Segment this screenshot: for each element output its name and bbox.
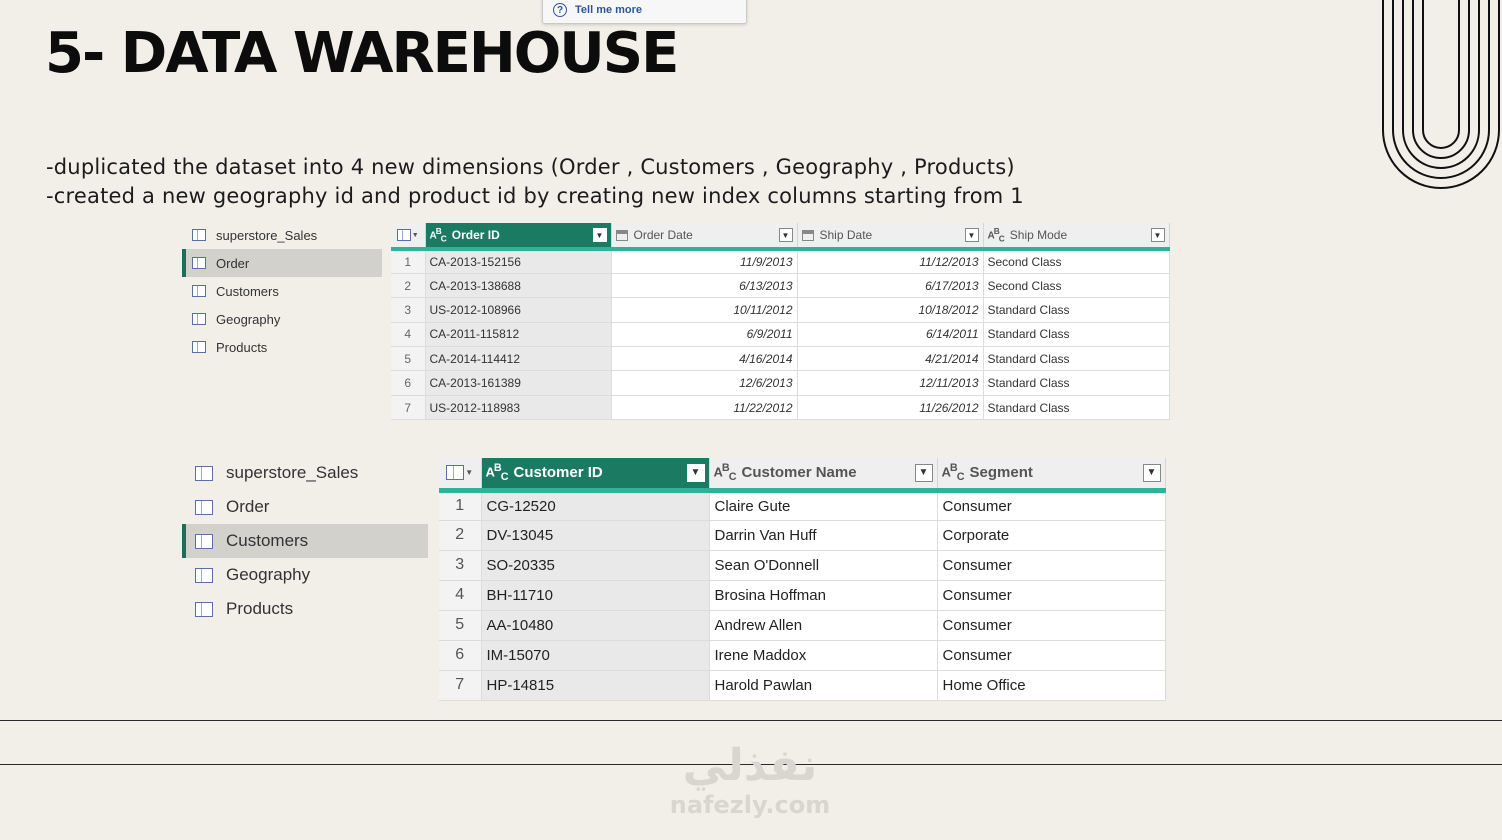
table-row: 3 US-2012-108966 10/11/2012 10/18/2012 Stand…: [391, 297, 1170, 323]
table-row: 4 BH-11710 Brosina Hoffman Consumer: [439, 580, 1166, 611]
column-header-customer-name[interactable]: ABC Customer Name ▼: [709, 458, 938, 493]
table-row: 5 AA-10480 Andrew Allen Consumer: [439, 610, 1166, 641]
watermark-logo: نفذلي nafezly.com: [669, 740, 831, 820]
table-icon: [446, 465, 465, 481]
table-icon: [195, 533, 213, 549]
order-table: ▼ ABC Order ID ▼ Order Date ▼ Ship Date ▼ AB…: [391, 223, 1170, 421]
text-type-icon: ABC: [941, 462, 965, 484]
filter-dropdown-icon[interactable]: ▼: [592, 228, 607, 242]
description-line-2: -created a new geography id and product …: [46, 184, 1024, 208]
filter-dropdown-icon[interactable]: ▼: [964, 228, 979, 242]
text-type-icon: ABC: [429, 226, 447, 244]
chevron-down-icon: ▼: [411, 231, 419, 239]
order-table-header: ▼ ABC Order ID ▼ Order Date ▼ Ship Date ▼ AB…: [391, 223, 1170, 251]
description-line-1: -duplicated the dataset into 4 new dimen…: [46, 155, 1015, 179]
table-row: 6 CA-2013-161389 12/6/2013 12/11/2013 Standa…: [391, 370, 1170, 396]
filter-dropdown-icon[interactable]: ▼: [914, 463, 933, 482]
query-item-order[interactable]: Order: [182, 490, 428, 524]
chevron-down-icon: ▼: [465, 468, 474, 478]
column-header-segment[interactable]: ABC Segment ▼: [937, 458, 1166, 493]
table-icon: [192, 285, 206, 297]
table-icon: [192, 313, 206, 325]
column-header-customer-id[interactable]: ABC Customer ID ▼: [481, 458, 710, 493]
tooltip-text: Tell me more: [575, 4, 643, 16]
slide-title: 5- DATA WAREHOUSE: [45, 21, 679, 86]
table-row: 1 CG-12520 Claire Gute Consumer: [439, 490, 1166, 521]
query-item-superstore-sales[interactable]: superstore_Sales: [182, 221, 382, 249]
query-item-customers[interactable]: Customers: [182, 524, 428, 558]
queries-panel-order: superstore_Sales Order Customers Geograp…: [182, 221, 382, 361]
table-icon: [195, 601, 213, 617]
table-icon: [192, 257, 206, 269]
query-item-superstore-sales[interactable]: superstore_Sales: [182, 456, 428, 490]
decorative-arcs-icon: [1382, 0, 1500, 189]
table-row: 2 DV-13045 Darrin Van Huff Corporate: [439, 520, 1166, 551]
filter-dropdown-icon[interactable]: ▼: [1150, 228, 1165, 242]
table-row: 7 US-2012-118983 11/22/2012 11/26/2012 Stand…: [391, 395, 1170, 421]
table-icon: [195, 465, 213, 481]
table-row: 2 CA-2013-138688 6/13/2013 6/17/2013 Second …: [391, 273, 1170, 299]
table-row: 7 HP-14815 Harold Pawlan Home Office: [439, 670, 1166, 701]
query-item-products[interactable]: Products: [182, 592, 428, 626]
column-header-order-date[interactable]: Order Date ▼: [611, 223, 798, 251]
table-row: 6 IM-15070 Irene Maddox Consumer: [439, 640, 1166, 671]
queries-panel-customers: superstore_Sales Order Customers Geograp…: [182, 456, 428, 626]
divider-top: [0, 720, 1502, 721]
column-header-order-id[interactable]: ABC Order ID ▼: [425, 223, 612, 251]
query-item-order[interactable]: Order: [182, 249, 382, 277]
table-menu-button[interactable]: ▼: [391, 223, 426, 251]
customers-table: ▼ ABC Customer ID ▼ ABC Customer Name ▼ ABC S…: [439, 458, 1166, 701]
table-row: 4 CA-2011-115812 6/9/2011 6/14/2011 Standard…: [391, 322, 1170, 348]
text-type-icon: ABC: [987, 226, 1005, 244]
table-icon: [192, 341, 206, 353]
filter-dropdown-icon[interactable]: ▼: [778, 228, 793, 242]
table-icon: [396, 229, 411, 241]
filter-dropdown-icon[interactable]: ▼: [1142, 463, 1161, 482]
query-item-geography[interactable]: Geography: [182, 305, 382, 333]
column-header-ship-mode[interactable]: ABC Ship Mode ▼: [983, 223, 1170, 251]
query-item-products[interactable]: Products: [182, 333, 382, 361]
text-type-icon: ABC: [485, 462, 509, 484]
table-icon: [192, 229, 206, 241]
query-item-geography[interactable]: Geography: [182, 558, 428, 592]
date-type-icon: [615, 229, 628, 241]
table-icon: [195, 499, 213, 515]
table-row: 5 CA-2014-114412 4/16/2014 4/21/2014 Standar…: [391, 346, 1170, 372]
date-type-icon: [801, 229, 814, 241]
filter-dropdown-icon[interactable]: ▼: [686, 463, 705, 482]
help-icon: ?: [553, 3, 567, 17]
table-row: 3 SO-20335 Sean O'Donnell Consumer: [439, 550, 1166, 581]
customers-table-header: ▼ ABC Customer ID ▼ ABC Customer Name ▼ ABC S…: [439, 458, 1166, 493]
table-menu-button[interactable]: ▼: [439, 458, 482, 493]
query-item-customers[interactable]: Customers: [182, 277, 382, 305]
table-icon: [195, 567, 213, 583]
table-row: 1 CA-2013-152156 11/9/2013 11/12/2013 Second…: [391, 249, 1170, 274]
column-header-ship-date[interactable]: Ship Date ▼: [797, 223, 984, 251]
text-type-icon: ABC: [713, 462, 737, 484]
